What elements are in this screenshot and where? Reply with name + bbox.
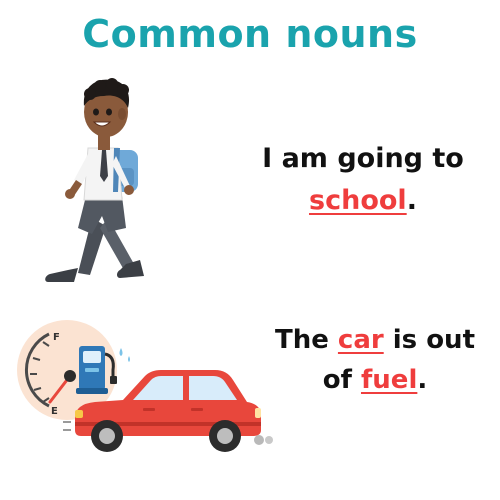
noun-school: school (309, 184, 407, 216)
sentence-period: . (417, 365, 428, 396)
noun-car: car (337, 325, 384, 355)
sentence-text: is out (383, 325, 475, 355)
noun-fuel: fuel (360, 365, 418, 396)
walking-schoolboy-illustration (45, 78, 144, 282)
page-title: Common nouns (82, 12, 418, 56)
gauge-empty-label: E (51, 406, 58, 417)
sentence-period: . (406, 184, 417, 216)
sentence-text: I am going to (262, 143, 464, 174)
example-sentence-school: I am going to school. (238, 138, 488, 222)
gauge-full-label: F (53, 332, 60, 343)
sentence-text: of (322, 365, 361, 396)
car-out-of-fuel-illustration: F E (17, 320, 273, 452)
sentence-text: The (274, 325, 338, 355)
example-sentence-car-fuel: The car is out of fuel. (255, 320, 495, 401)
